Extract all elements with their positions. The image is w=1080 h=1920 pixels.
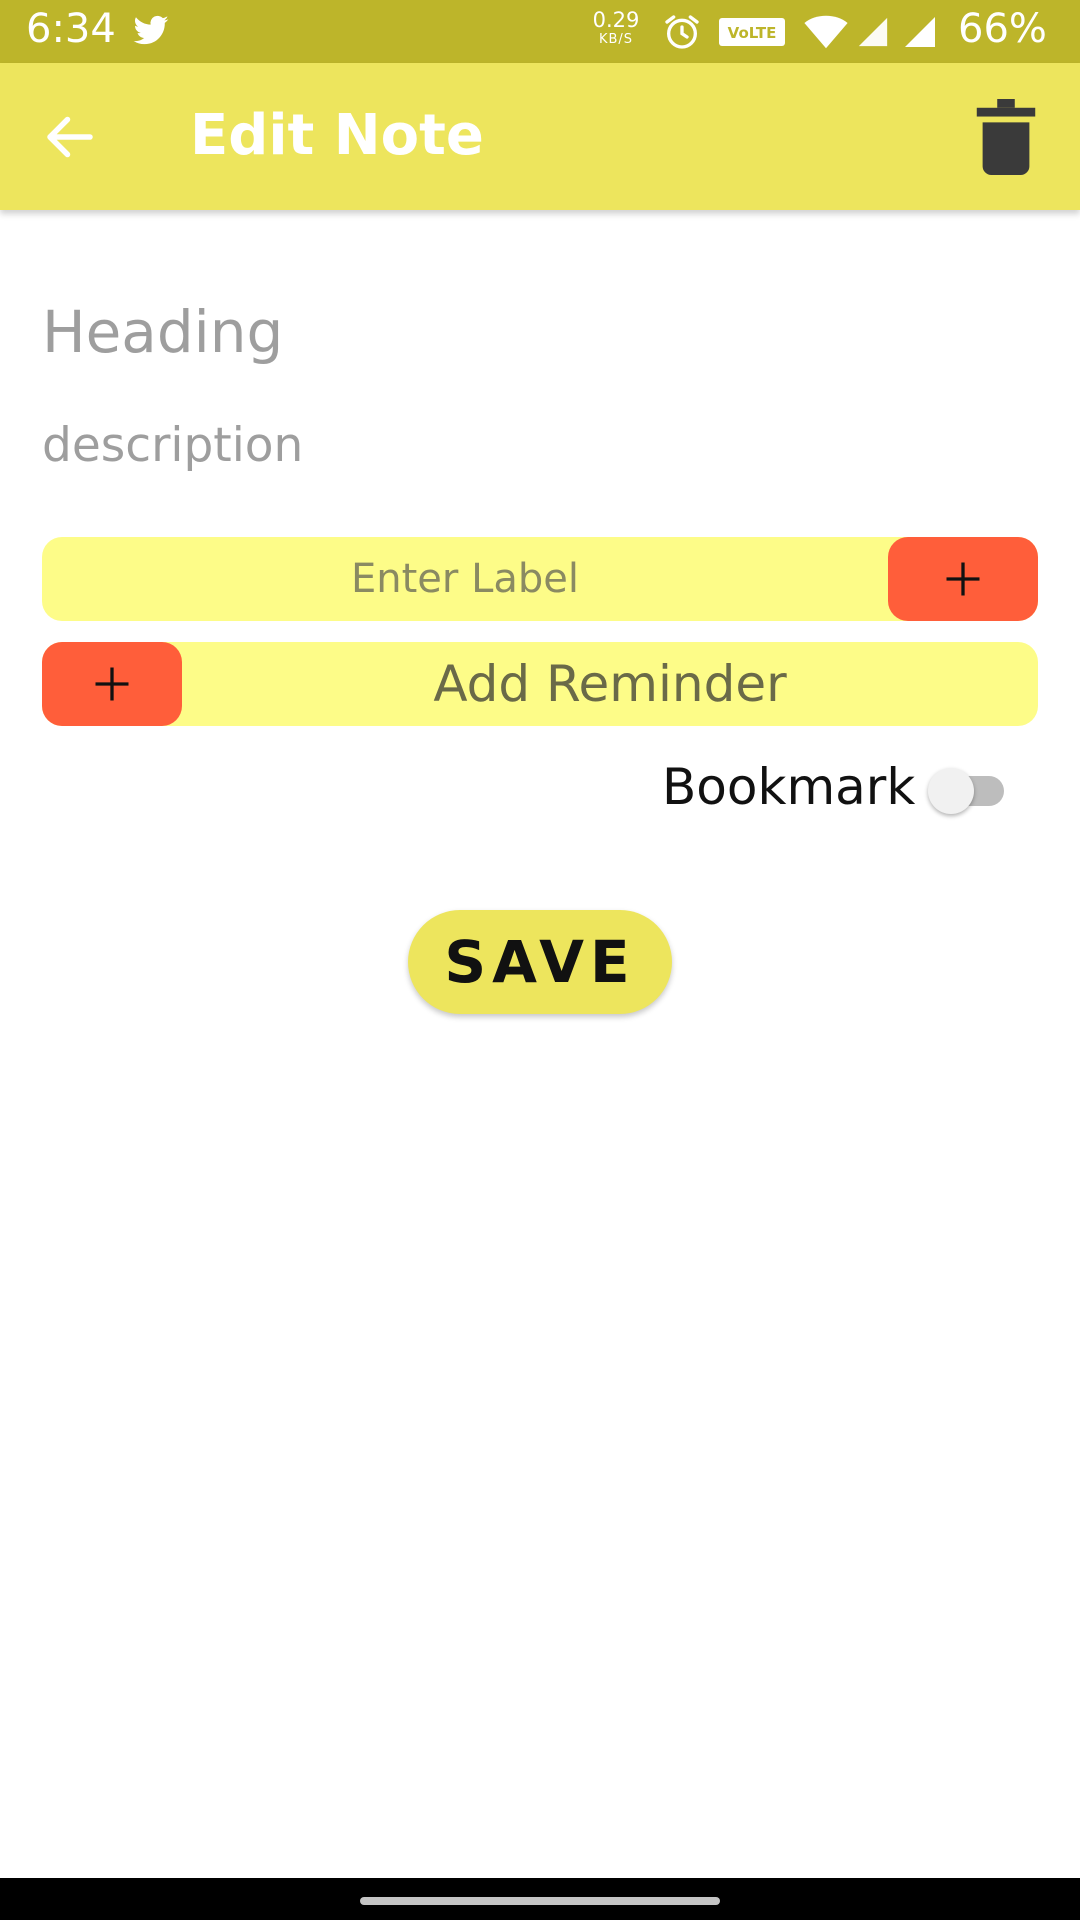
save-button[interactable]: SAVE [408, 910, 672, 1014]
status-time: 6:34 [26, 6, 116, 52]
navigation-bar [0, 1878, 1080, 1920]
wifi-icon [804, 15, 848, 49]
signal-icon [905, 17, 935, 47]
alarm-icon [665, 15, 699, 49]
volte-icon: VoLTE [719, 18, 785, 46]
trash-icon[interactable] [976, 99, 1036, 175]
network-speed: 0.29 KB/S [590, 8, 642, 47]
description-input[interactable] [42, 418, 1022, 473]
network-speed-unit: KB/S [598, 32, 634, 47]
add-label-button[interactable] [888, 537, 1038, 621]
twitter-icon [133, 15, 169, 45]
page-title: Edit Note [190, 103, 484, 168]
status-bar: 6:34 0.29 KB/S VoLTE 66% [0, 0, 1080, 63]
add-reminder-button[interactable] [42, 642, 182, 726]
add-reminder-label[interactable]: Add Reminder [182, 642, 1038, 726]
label-input[interactable] [42, 537, 888, 621]
reminder-row[interactable]: Add Reminder [42, 642, 1038, 726]
bookmark-label: Bookmark [662, 758, 916, 816]
app-bar: Edit Note [0, 63, 1080, 210]
network-speed-value: 0.29 [592, 8, 640, 32]
toggle-thumb [928, 768, 974, 814]
home-gesture-handle[interactable] [360, 1897, 720, 1905]
plus-icon [946, 562, 980, 596]
arrow-left-icon[interactable] [40, 107, 100, 167]
heading-input[interactable] [42, 298, 1022, 366]
label-row [42, 537, 1038, 621]
volte-text: VoLTE [728, 24, 777, 42]
plus-icon [95, 667, 129, 701]
signal-icon [858, 17, 888, 47]
bookmark-toggle[interactable] [928, 766, 1008, 814]
battery-level: 66% [958, 6, 1047, 52]
